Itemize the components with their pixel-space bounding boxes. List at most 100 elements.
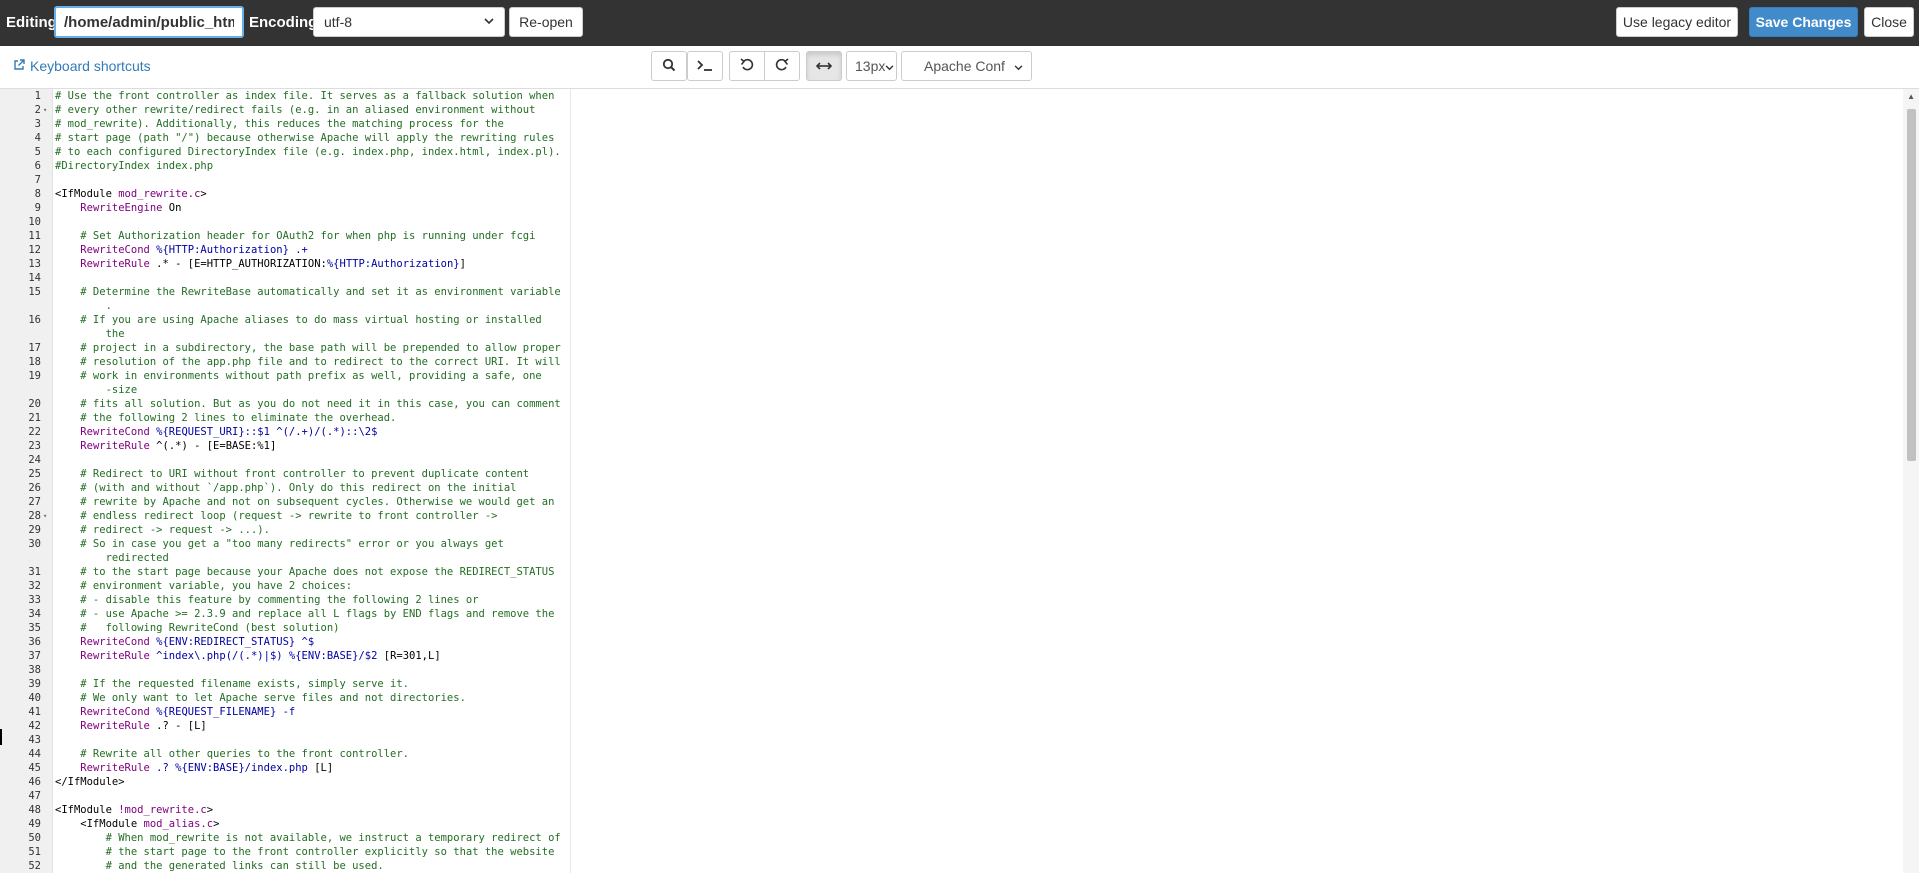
code-line[interactable]: 2 ▾ # every other rewrite/redirect fails (…: [0, 103, 580, 117]
code-line[interactable]: 24: [0, 453, 580, 467]
code-line[interactable]: 6 #DirectoryIndex index.php: [0, 159, 580, 173]
syntax-mode-select[interactable]: Apache Conf: [901, 51, 1032, 81]
code-lines[interactable]: 1 # Use the front controller as index fil…: [0, 89, 580, 873]
search-icon: [662, 58, 676, 75]
code-text: # every other rewrite/redirect fails (e.…: [55, 103, 535, 117]
code-line[interactable]: 49 <IfModule mod_alias.c>: [0, 817, 580, 831]
code-text: # work in environments without path pref…: [55, 369, 541, 383]
code-token: # resolution of the app.php file and to …: [55, 356, 561, 368]
code-token: # Set Authorization header for OAuth2 fo…: [55, 230, 536, 242]
code-line[interactable]: 20 # fits all solution. But as you do no…: [0, 397, 580, 411]
code-line[interactable]: 8 <IfModule mod_rewrite.c>: [0, 187, 580, 201]
code-line[interactable]: 35 # following RewriteCond (best solutio…: [0, 621, 580, 635]
code-token: -size: [55, 384, 138, 396]
chevron-down-icon: [885, 58, 894, 74]
code-line[interactable]: 17 # project in a subdirectory, the base…: [0, 341, 580, 355]
line-number: 48: [28, 804, 41, 816]
code-line[interactable]: 34 # - use Apache >= 2.3.9 and replace a…: [0, 607, 580, 621]
code-line[interactable]: 29 # redirect -> request -> ...).: [0, 523, 580, 537]
code-line[interactable]: 50 # When mod_rewrite is not available, …: [0, 831, 580, 845]
search-button[interactable]: [651, 51, 687, 81]
code-line[interactable]: 1 # Use the front controller as index fil…: [0, 89, 580, 103]
line-number: 18: [28, 356, 41, 368]
code-line[interactable]: 38: [0, 663, 580, 677]
line-number: 24: [28, 454, 41, 466]
vertical-scrollbar[interactable]: ▲: [1903, 89, 1919, 873]
close-button[interactable]: Close: [1864, 7, 1914, 37]
code-line[interactable]: 47: [0, 789, 580, 803]
code-line[interactable]: -size: [0, 383, 580, 397]
code-token: # to each configured DirectoryIndex file…: [55, 146, 561, 158]
code-line[interactable]: 4 # start page (path "/") because otherwi…: [0, 131, 580, 145]
code-line[interactable]: 28 ▾ # endless redirect loop (request -> …: [0, 509, 580, 523]
line-number: 15: [28, 286, 41, 298]
code-line[interactable]: 27 # rewrite by Apache and not on subseq…: [0, 495, 580, 509]
keyboard-shortcuts-link[interactable]: Keyboard shortcuts: [13, 58, 151, 74]
code-line[interactable]: 9 RewriteEngine On: [0, 201, 580, 215]
font-size-select[interactable]: 13px: [846, 51, 897, 81]
fold-toggle-icon[interactable]: ▾: [43, 509, 47, 523]
code-line[interactable]: 30 # So in case you get a "too many redi…: [0, 537, 580, 551]
code-line[interactable]: redirected: [0, 551, 580, 565]
code-line[interactable]: 15 # Determine the RewriteBase automatic…: [0, 285, 580, 299]
reopen-button[interactable]: Re-open: [509, 7, 583, 37]
code-line[interactable]: 45 RewriteRule .? %{ENV:BASE}/index.php …: [0, 761, 580, 775]
code-line[interactable]: 22 RewriteCond %{REQUEST_URI}::$1 ^(/.+)…: [0, 425, 580, 439]
code-line[interactable]: 48 <IfModule !mod_rewrite.c>: [0, 803, 580, 817]
encoding-label: Encoding:: [249, 14, 323, 31]
code-line[interactable]: 52 # and the generated links can still b…: [0, 859, 580, 873]
line-number: 8: [34, 188, 41, 200]
code-line[interactable]: 11 # Set Authorization header for OAuth2…: [0, 229, 580, 243]
code-line[interactable]: 14: [0, 271, 580, 285]
code-line[interactable]: 26 # (with and without `/app.php`). Only…: [0, 481, 580, 495]
code-line[interactable]: 12 RewriteCond %{HTTP:Authorization} .+: [0, 243, 580, 257]
code-text: RewriteRule .* - [E=HTTP_AUTHORIZATION:%…: [55, 257, 466, 271]
code-line[interactable]: 37 RewriteRule ^index\.php(/(.*)|$) %{EN…: [0, 649, 580, 663]
code-line[interactable]: 36 RewriteCond %{ENV:REDIRECT_STATUS} ^$: [0, 635, 580, 649]
code-line[interactable]: 43: [0, 733, 580, 747]
code-line[interactable]: 7: [0, 173, 580, 187]
code-line[interactable]: 21 # the following 2 lines to eliminate …: [0, 411, 580, 425]
code-token: RewriteRule: [80, 440, 150, 452]
code-line[interactable]: 44 # Rewrite all other queries to the fr…: [0, 747, 580, 761]
code-line[interactable]: 31 # to the start page because your Apac…: [0, 565, 580, 579]
wrap-toggle-button[interactable]: [806, 51, 842, 81]
scrollbar-thumb[interactable]: [1907, 109, 1916, 461]
code-line[interactable]: 46 </IfModule>: [0, 775, 580, 789]
code-line[interactable]: 19 # work in environments without path p…: [0, 369, 580, 383]
code-line[interactable]: 16 # If you are using Apache aliases to …: [0, 313, 580, 327]
code-line[interactable]: 10: [0, 215, 580, 229]
code-text: redirected: [55, 551, 169, 565]
encoding-select[interactable]: utf-8: [313, 7, 505, 37]
code-token: [L]: [307, 762, 334, 774]
code-line[interactable]: 23 RewriteRule ^(.*) - [E=BASE:%1]: [0, 439, 580, 453]
code-line[interactable]: 33 # - disable this feature by commentin…: [0, 593, 580, 607]
keyboard-shortcuts-label: Keyboard shortcuts: [30, 58, 151, 74]
code-line[interactable]: 51 # the start page to the front control…: [0, 845, 580, 859]
use-legacy-editor-button[interactable]: Use legacy editor: [1616, 7, 1738, 37]
code-line[interactable]: 39 # If the requested filename exists, s…: [0, 677, 580, 691]
scroll-up-arrow-icon[interactable]: ▲: [1907, 92, 1915, 101]
code-line[interactable]: 25 # Redirect to URI without front contr…: [0, 467, 580, 481]
redo-button[interactable]: [764, 51, 800, 81]
code-line[interactable]: 3 # mod_rewrite). Additionally, this redu…: [0, 117, 580, 131]
code-line[interactable]: 32 # environment variable, you have 2 ch…: [0, 579, 580, 593]
command-line-button[interactable]: [687, 51, 723, 81]
code-line[interactable]: 13 RewriteRule .* - [E=HTTP_AUTHORIZATIO…: [0, 257, 580, 271]
fold-toggle-icon[interactable]: ▾: [43, 103, 47, 117]
line-number: 37: [28, 650, 41, 662]
code-line[interactable]: 42 RewriteRule .? - [L]: [0, 719, 580, 733]
line-number: 5: [34, 146, 41, 158]
code-line[interactable]: 18 # resolution of the app.php file and …: [0, 355, 580, 369]
undo-button[interactable]: [729, 51, 765, 81]
file-path-input[interactable]: [54, 6, 244, 38]
save-changes-button[interactable]: Save Changes: [1749, 7, 1858, 37]
code-line[interactable]: 40 # We only want to let Apache serve fi…: [0, 691, 580, 705]
code-token: # (with and without `/app.php`). Only do…: [55, 482, 517, 494]
code-line[interactable]: the: [0, 327, 580, 341]
code-text: # redirect -> request -> ...).: [55, 523, 270, 537]
code-line[interactable]: 5 # to each configured DirectoryIndex fil…: [0, 145, 580, 159]
code-line[interactable]: 41 RewriteCond %{REQUEST_FILENAME} -f: [0, 705, 580, 719]
code-editor[interactable]: 1 # Use the front controller as index fil…: [0, 88, 1919, 873]
code-line[interactable]: .: [0, 299, 580, 313]
